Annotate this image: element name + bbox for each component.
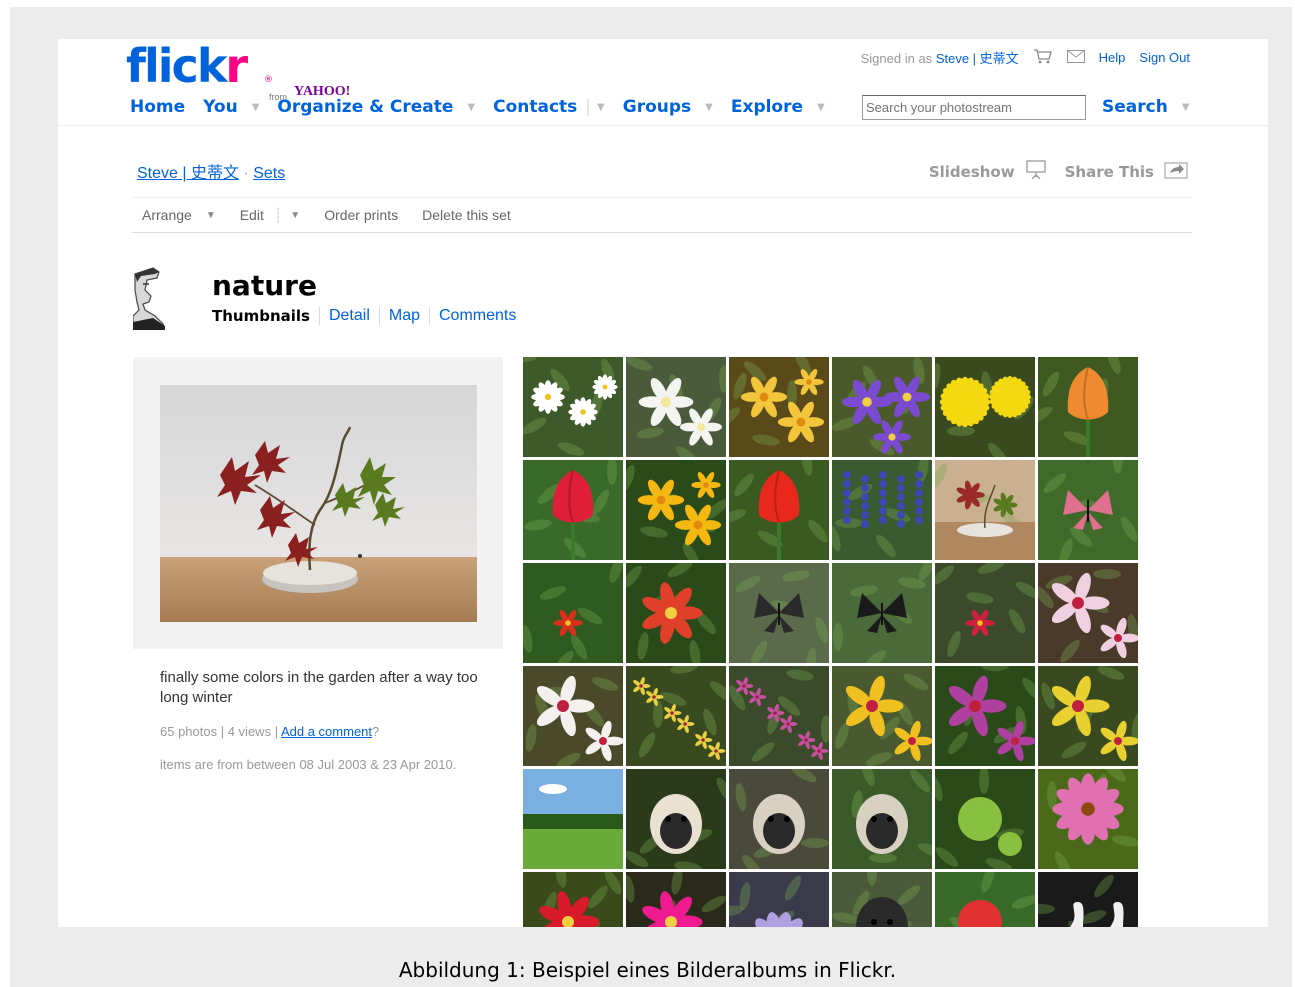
- photo-thumbnail[interactable]: [935, 563, 1035, 663]
- arrange-menu[interactable]: Arrange ▼: [142, 207, 216, 223]
- photo-thumbnail[interactable]: [626, 769, 726, 869]
- flickr-page: flickr ® from YAHOO! Signed in as Steve …: [58, 39, 1268, 927]
- set-cover-photo[interactable]: [160, 385, 477, 622]
- chevron-down-icon[interactable]: ▼: [290, 210, 300, 221]
- chevron-down-icon[interactable]: ▼: [467, 102, 475, 113]
- breadcrumb: Steve | 史蒂文 · Sets: [137, 159, 285, 183]
- cart-icon[interactable]: [1033, 48, 1053, 67]
- main-nav: Home You ▼ Organize & Create ▼ Contacts | ▼ …: [130, 97, 843, 117]
- photo-thumbnail[interactable]: [523, 769, 623, 869]
- photo-thumbnail[interactable]: [832, 563, 932, 663]
- avatar[interactable]: [133, 266, 165, 330]
- photo-thumbnail[interactable]: [1038, 460, 1138, 560]
- photo-thumbnail[interactable]: [729, 357, 829, 457]
- photos-count: 65 photos: [160, 724, 218, 739]
- signed-in-user-link[interactable]: Steve | 史蒂文: [936, 51, 1019, 66]
- photo-thumbnail[interactable]: [832, 769, 932, 869]
- photo-thumbnail[interactable]: [729, 872, 829, 927]
- chevron-down-icon[interactable]: ▼: [252, 102, 260, 113]
- photo-thumbnail[interactable]: [935, 460, 1035, 560]
- nav-you[interactable]: You ▼: [203, 97, 259, 117]
- add-comment-link[interactable]: Add a comment: [281, 724, 372, 739]
- nav-divider: [58, 125, 1268, 126]
- breadcrumb-separator: ·: [243, 165, 249, 182]
- photo-thumbnail[interactable]: [935, 666, 1035, 766]
- tab-thumbnails: Thumbnails: [212, 307, 310, 325]
- nav-organize[interactable]: Organize & Create ▼: [277, 97, 475, 117]
- chevron-down-icon[interactable]: ▼: [817, 102, 825, 113]
- chevron-down-icon[interactable]: ▼: [597, 102, 605, 113]
- nav-contacts[interactable]: Contacts | ▼: [493, 97, 605, 117]
- photo-thumbnail[interactable]: [832, 666, 932, 766]
- breadcrumb-sets-link[interactable]: Sets: [253, 165, 285, 182]
- flickr-logo[interactable]: flickr ® from YAHOO!: [126, 41, 350, 102]
- figure-caption: Abbildung 1: Beispiel eines Bilderalbums…: [398, 958, 897, 982]
- views-count: 4 views: [227, 724, 272, 739]
- set-description: finally some colors in the garden after …: [160, 669, 478, 706]
- photo-thumbnail[interactable]: [832, 872, 932, 927]
- tab-map[interactable]: Map: [378, 307, 429, 325]
- order-prints-button[interactable]: Order prints: [324, 207, 398, 223]
- photo-thumbnail[interactable]: [935, 769, 1035, 869]
- photo-thumbnail[interactable]: [1038, 769, 1138, 869]
- set-view-tabs: Thumbnails Detail Map Comments: [212, 307, 525, 325]
- account-bar: Signed in as Steve | 史蒂文 Help Sign Out: [861, 48, 1190, 67]
- set-toolbar: Arrange ▼ Edit ┊ ▼ Order prints Delete this…: [132, 197, 1192, 233]
- chevron-down-icon[interactable]: ▼: [705, 102, 713, 113]
- photo-thumbnail[interactable]: [935, 872, 1035, 927]
- set-title: nature: [212, 269, 317, 302]
- screenshot-frame: flickr ® from YAHOO! Signed in as Steve …: [10, 7, 1292, 987]
- set-stats: 65 photos | 4 views | Add a comment?: [160, 724, 380, 739]
- chevron-down-icon[interactable]: ▼: [206, 210, 216, 221]
- set-date-range: items are from between 08 Jul 2003 & 23 …: [160, 757, 457, 772]
- slideshow-icon: [1025, 159, 1047, 185]
- chevron-down-icon[interactable]: ▼: [1182, 102, 1190, 113]
- breadcrumb-user-link[interactable]: Steve | 史蒂文: [137, 165, 239, 182]
- photo-thumbnail[interactable]: [523, 460, 623, 560]
- photo-thumbnail[interactable]: [935, 357, 1035, 457]
- photo-thumbnail[interactable]: [523, 563, 623, 663]
- share-button[interactable]: Share This: [1065, 160, 1188, 184]
- photo-thumbnail[interactable]: [729, 769, 829, 869]
- set-actions: Slideshow Share This: [929, 159, 1188, 185]
- sign-out-link[interactable]: Sign Out: [1139, 50, 1190, 65]
- nav-explore[interactable]: Explore ▼: [731, 97, 825, 117]
- photo-thumbnail[interactable]: [1038, 563, 1138, 663]
- thumbnail-grid: [523, 357, 1141, 927]
- share-icon: [1164, 160, 1188, 184]
- photo-thumbnail[interactable]: [523, 872, 623, 927]
- photo-thumbnail[interactable]: [1038, 357, 1138, 457]
- search-input[interactable]: [862, 95, 1086, 120]
- photo-thumbnail[interactable]: [1038, 872, 1138, 927]
- nav-groups[interactable]: Groups ▼: [623, 97, 713, 117]
- slideshow-button[interactable]: Slideshow: [929, 159, 1047, 185]
- photo-thumbnail[interactable]: [626, 872, 726, 927]
- photo-thumbnail[interactable]: [729, 666, 829, 766]
- photo-thumbnail[interactable]: [1038, 666, 1138, 766]
- search-button[interactable]: Search ▼: [1102, 97, 1190, 117]
- photo-thumbnail[interactable]: [626, 563, 726, 663]
- photo-thumbnail[interactable]: [832, 357, 932, 457]
- photo-thumbnail[interactable]: [523, 357, 623, 457]
- photo-thumbnail[interactable]: [832, 460, 932, 560]
- tab-comments[interactable]: Comments: [429, 307, 525, 325]
- photo-thumbnail[interactable]: [523, 666, 623, 766]
- delete-set-button[interactable]: Delete this set: [422, 207, 511, 223]
- mail-icon[interactable]: [1066, 49, 1085, 66]
- photo-thumbnail[interactable]: [626, 666, 726, 766]
- photo-thumbnail[interactable]: [729, 460, 829, 560]
- tab-detail[interactable]: Detail: [318, 307, 379, 325]
- signed-in-status: Signed in as Steve | 史蒂文: [860, 51, 1019, 66]
- edit-menu[interactable]: Edit ┊ ▼: [240, 207, 300, 224]
- help-link[interactable]: Help: [1099, 50, 1126, 65]
- nav-home[interactable]: Home: [130, 97, 185, 117]
- photo-thumbnail[interactable]: [626, 357, 726, 457]
- photo-thumbnail[interactable]: [626, 460, 726, 560]
- set-preview: [133, 357, 503, 649]
- photo-thumbnail[interactable]: [729, 563, 829, 663]
